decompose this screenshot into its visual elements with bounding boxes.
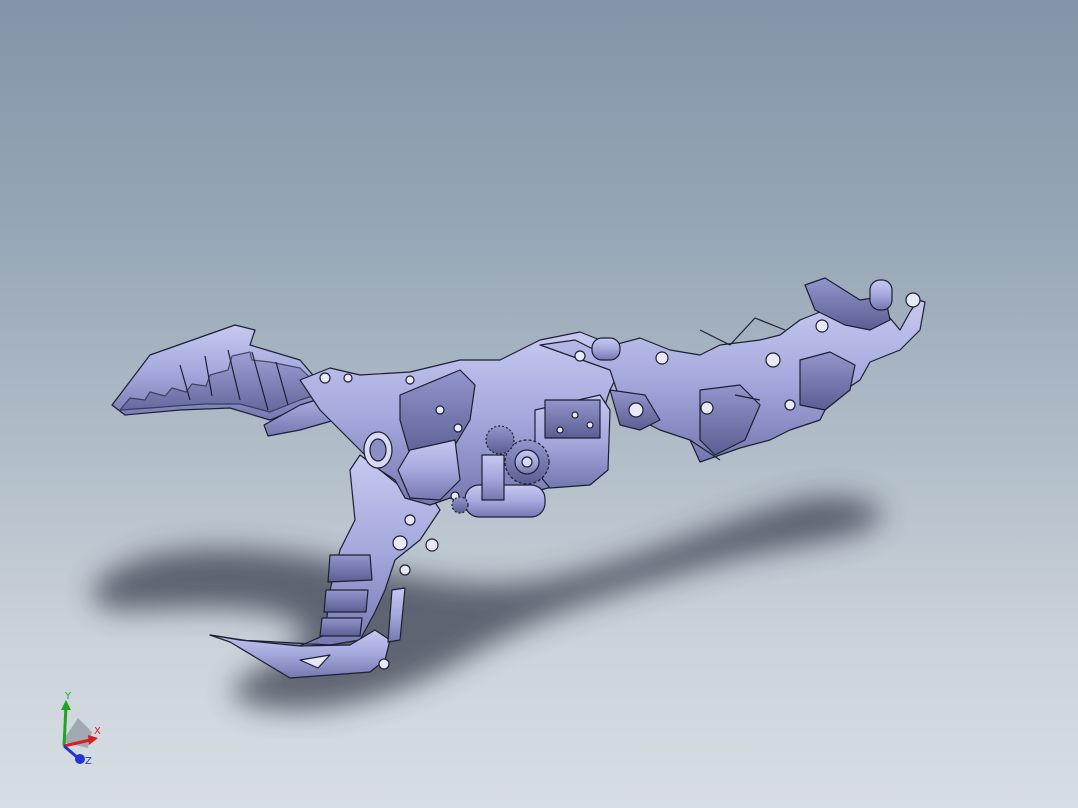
triad-x-label: X: [94, 726, 101, 737]
triad-y-axis: [62, 705, 68, 747]
model-floor-shadow: [92, 496, 882, 711]
triad-z-ball: [75, 754, 85, 764]
triad-y-label: Y: [64, 691, 72, 702]
coordinate-triad[interactable]: Y X Z: [48, 690, 118, 770]
triad-z-label: Z: [85, 756, 92, 767]
cad-graphics-viewport[interactable]: Y X Z: [0, 0, 1078, 808]
cad-model-view[interactable]: [0, 0, 1078, 808]
